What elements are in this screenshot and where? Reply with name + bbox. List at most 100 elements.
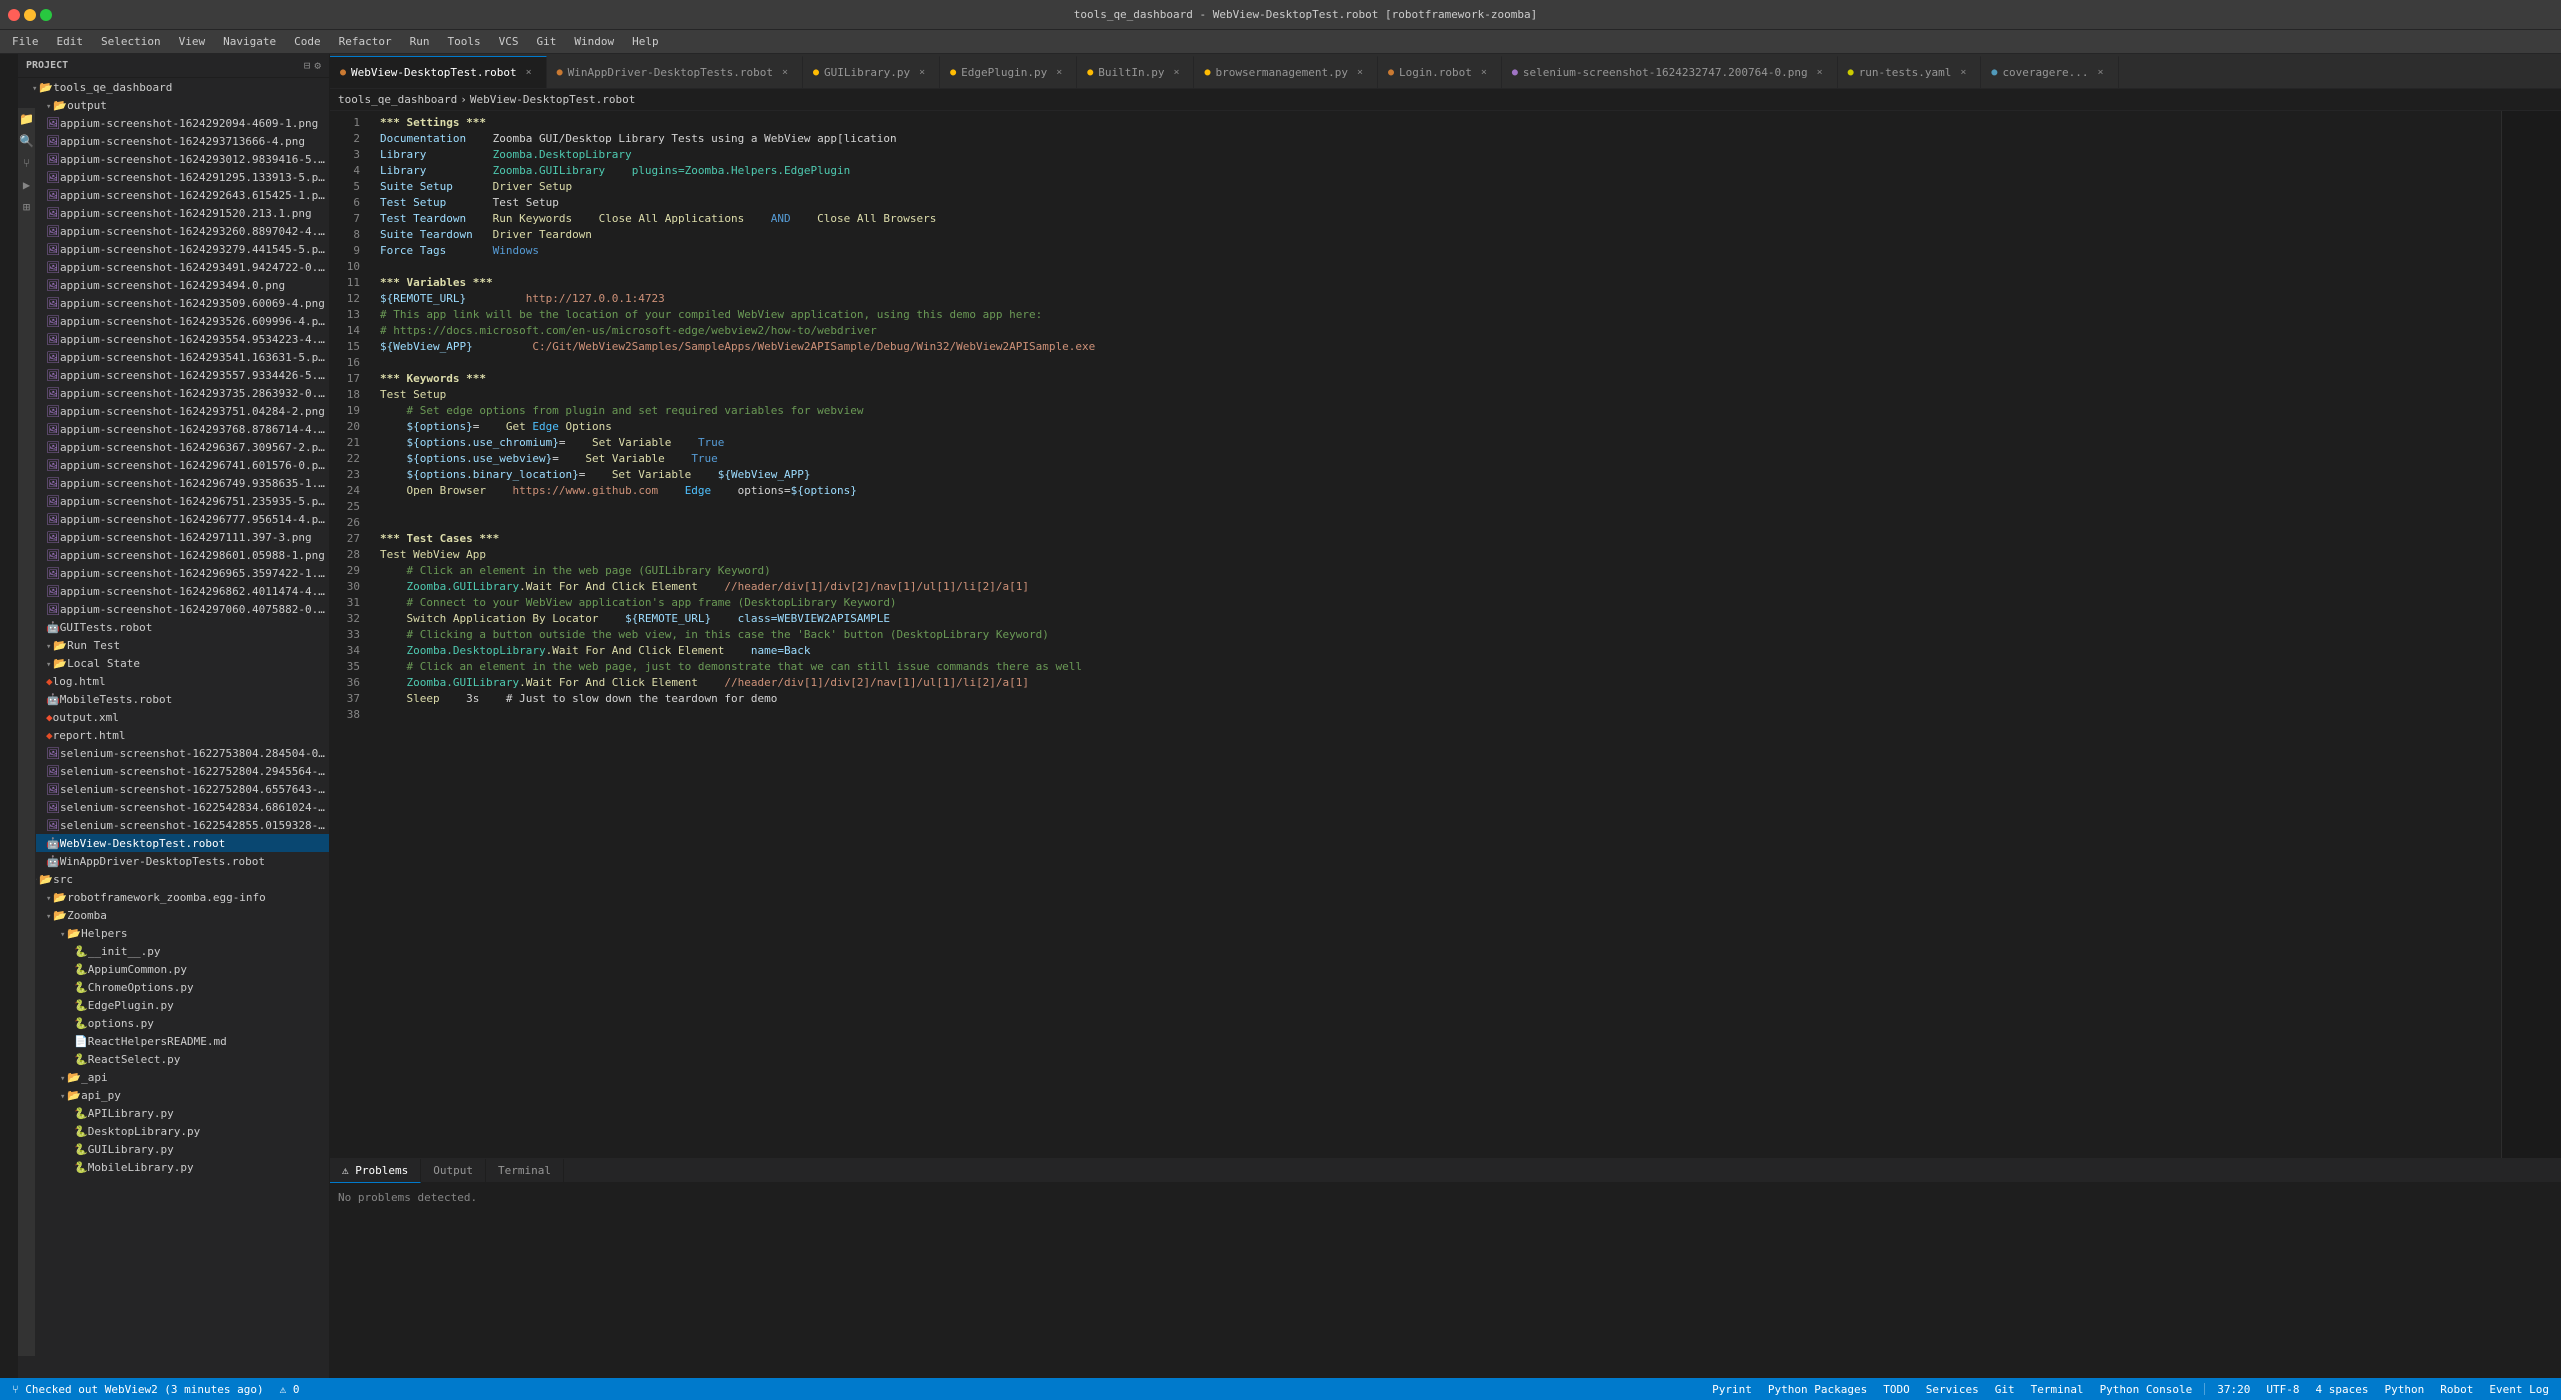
- tab-2[interactable]: ●GUILibrary.py×: [803, 56, 940, 88]
- sidebar-item-43[interactable]: 📂 robotframework_zoomba.egg-info: [18, 888, 329, 906]
- activity-explorer-icon[interactable]: 📁: [20, 112, 34, 126]
- menu-file[interactable]: File: [4, 33, 47, 50]
- sidebar-item-33[interactable]: ◆ output.xml: [18, 708, 329, 726]
- tab-9[interactable]: ●coveragere...×: [1981, 56, 2118, 88]
- sidebar-item-2[interactable]: 🖼 appium-screenshot-1624293012.9839416-5…: [18, 150, 329, 168]
- sidebar-item-30[interactable]: 📂 Local State: [18, 654, 329, 672]
- menu-edit[interactable]: Edit: [49, 33, 92, 50]
- tab-7[interactable]: ●selenium-screenshot-1624232747.200764-0…: [1502, 56, 1838, 88]
- sidebar-item-27[interactable]: 🖼 appium-screenshot-1624297060.4075882-0…: [18, 600, 329, 618]
- sidebar-item-57[interactable]: 🐍 GUILibrary.py: [18, 1140, 329, 1158]
- status-python-packages[interactable]: Python Packages: [1764, 1383, 1871, 1396]
- sidebar-item-24[interactable]: 🖼 appium-screenshot-1624298601.05988-1.p…: [18, 546, 329, 564]
- sidebar-item-0[interactable]: 🖼 appium-screenshot-1624292094-4609-1.pn…: [18, 114, 329, 132]
- tab-8[interactable]: ●run-tests.yaml×: [1838, 56, 1982, 88]
- tab-close-9[interactable]: ×: [2094, 66, 2108, 80]
- status-indent[interactable]: 4 spaces: [2312, 1383, 2373, 1396]
- activity-extensions-icon[interactable]: ⊞: [20, 200, 34, 214]
- sidebar-item-49[interactable]: 🐍 EdgePlugin.py: [18, 996, 329, 1014]
- sidebar-tree[interactable]: 📂 tools_qe_dashboard📂 output🖼 appium-scr…: [18, 78, 329, 1378]
- sidebar-item-45[interactable]: 📂 Helpers: [18, 924, 329, 942]
- tab-close-7[interactable]: ×: [1813, 66, 1827, 80]
- sidebar-item-11[interactable]: 🖼 appium-screenshot-1624293526.609996-4.…: [18, 312, 329, 330]
- sidebar-item-16[interactable]: 🖼 appium-screenshot-1624293751.04284-2.p…: [18, 402, 329, 420]
- tab-output[interactable]: Output: [421, 1159, 486, 1183]
- tab-1[interactable]: ●WinAppDriver-DesktopTests.robot×: [547, 56, 803, 88]
- sidebar-item-17[interactable]: 🖼 appium-screenshot-1624293768.8786714-4…: [18, 420, 329, 438]
- status-python-console[interactable]: Python Console: [2096, 1383, 2197, 1396]
- tab-6[interactable]: ●Login.robot×: [1378, 56, 1502, 88]
- sidebar-item-42[interactable]: 📂 src: [18, 870, 329, 888]
- sidebar-item-22[interactable]: 🖼 appium-screenshot-1624296777.956514-4.…: [18, 510, 329, 528]
- sidebar-item-output[interactable]: 📂 output: [18, 96, 329, 114]
- activity-git-icon[interactable]: ⑂: [20, 156, 34, 170]
- sidebar-item-28[interactable]: 🤖 GUITests.robot: [18, 618, 329, 636]
- tab-close-3[interactable]: ×: [1052, 66, 1066, 80]
- sidebar-item-14[interactable]: 🖼 appium-screenshot-1624293557.9334426-5…: [18, 366, 329, 384]
- sidebar-item-18[interactable]: 🖼 appium-screenshot-1624296367.309567-2.…: [18, 438, 329, 456]
- sidebar-item-3[interactable]: 🖼 appium-screenshot-1624291295.133913-5.…: [18, 168, 329, 186]
- sidebar-item-52[interactable]: 🐍 ReactSelect.py: [18, 1050, 329, 1068]
- sidebar-item-32[interactable]: 🤖 MobileTests.robot: [18, 690, 329, 708]
- menu-code[interactable]: Code: [286, 33, 329, 50]
- status-python-version[interactable]: Python: [2381, 1383, 2429, 1396]
- status-line-col[interactable]: 37:20: [2213, 1383, 2254, 1396]
- menu-run[interactable]: Run: [402, 33, 438, 50]
- sidebar-item-55[interactable]: 🐍 APILibrary.py: [18, 1104, 329, 1122]
- status-git[interactable]: Git: [1991, 1383, 2019, 1396]
- menu-selection[interactable]: Selection: [93, 33, 169, 50]
- sidebar-item-25[interactable]: 🖼 appium-screenshot-1624296965.3597422-1…: [18, 564, 329, 582]
- sidebar-item-23[interactable]: 🖼 appium-screenshot-1624297111.397-3.png: [18, 528, 329, 546]
- status-problems[interactable]: ⚠ 0: [276, 1383, 304, 1396]
- menu-git[interactable]: Git: [528, 33, 564, 50]
- menu-tools[interactable]: Tools: [439, 33, 488, 50]
- sidebar-item-36[interactable]: 🖼 selenium-screenshot-1622752804.2945564…: [18, 762, 329, 780]
- tab-close-6[interactable]: ×: [1477, 66, 1491, 80]
- sidebar-item-40[interactable]: 🤖 WebView-DesktopTest.robot: [18, 834, 329, 852]
- tab-close-5[interactable]: ×: [1353, 66, 1367, 80]
- sidebar-settings-icon[interactable]: ⚙: [314, 59, 321, 72]
- status-terminal[interactable]: Terminal: [2027, 1383, 2088, 1396]
- menu-refactor[interactable]: Refactor: [331, 33, 400, 50]
- menu-window[interactable]: Window: [566, 33, 622, 50]
- sidebar-item-13[interactable]: 🖼 appium-screenshot-1624293541.163631-5.…: [18, 348, 329, 366]
- activity-debug-icon[interactable]: ▶: [20, 178, 34, 192]
- sidebar-item-9[interactable]: 🖼 appium-screenshot-1624293494.0.png: [18, 276, 329, 294]
- breadcrumb-root[interactable]: tools_qe_dashboard: [338, 93, 457, 106]
- sidebar-item-29[interactable]: 📂 Run Test: [18, 636, 329, 654]
- tab-3[interactable]: ●EdgePlugin.py×: [940, 56, 1077, 88]
- tab-close-0[interactable]: ×: [522, 66, 536, 80]
- sidebar-item-58[interactable]: 🐍 MobileLibrary.py: [18, 1158, 329, 1176]
- sidebar-item-48[interactable]: 🐍 ChromeOptions.py: [18, 978, 329, 996]
- sidebar-item-56[interactable]: 🐍 DesktopLibrary.py: [18, 1122, 329, 1140]
- status-encoding[interactable]: UTF-8: [2262, 1383, 2303, 1396]
- sidebar-item-34[interactable]: ◆ report.html: [18, 726, 329, 744]
- code-editor[interactable]: *** Settings ***Documentation Zoomba GUI…: [372, 111, 2501, 1158]
- sidebar-item-6[interactable]: 🖼 appium-screenshot-1624293260.8897042-4…: [18, 222, 329, 240]
- sidebar-item-1[interactable]: 🖼 appium-screenshot-1624293713666-4.png: [18, 132, 329, 150]
- status-file-type[interactable]: Robot: [2436, 1383, 2477, 1396]
- menu-navigate[interactable]: Navigate: [215, 33, 284, 50]
- status-pyrint[interactable]: Pyrint: [1708, 1383, 1756, 1396]
- sidebar-item-7[interactable]: 🖼 appium-screenshot-1624293279.441545-5.…: [18, 240, 329, 258]
- tab-close-1[interactable]: ×: [778, 66, 792, 80]
- sidebar-item-38[interactable]: 🖼 selenium-screenshot-1622542834.6861024…: [18, 798, 329, 816]
- sidebar-item-44[interactable]: 📂 Zoomba: [18, 906, 329, 924]
- sidebar-item-5[interactable]: 🖼 appium-screenshot-1624291520.213.1.png: [18, 204, 329, 222]
- sidebar-item-51[interactable]: 📄 ReactHelpersREADME.md: [18, 1032, 329, 1050]
- activity-search-icon[interactable]: 🔍: [20, 134, 34, 148]
- menu-view[interactable]: View: [171, 33, 214, 50]
- window-controls[interactable]: [8, 9, 52, 21]
- sidebar-item-21[interactable]: 🖼 appium-screenshot-1624296751.235935-5.…: [18, 492, 329, 510]
- breadcrumb-file[interactable]: WebView-DesktopTest.robot: [470, 93, 636, 106]
- status-services[interactable]: Services: [1922, 1383, 1983, 1396]
- sidebar-item-53[interactable]: 📂 _api: [18, 1068, 329, 1086]
- sidebar-item-root[interactable]: 📂 tools_qe_dashboard: [18, 78, 329, 96]
- sidebar-item-47[interactable]: 🐍 AppiumCommon.py: [18, 960, 329, 978]
- sidebar-item-31[interactable]: ◆ log.html: [18, 672, 329, 690]
- tab-close-4[interactable]: ×: [1169, 66, 1183, 80]
- minimap[interactable]: [2501, 111, 2561, 1158]
- close-button[interactable]: [8, 9, 20, 21]
- maximize-button[interactable]: [40, 9, 52, 21]
- sidebar-item-20[interactable]: 🖼 appium-screenshot-1624296749.9358635-1…: [18, 474, 329, 492]
